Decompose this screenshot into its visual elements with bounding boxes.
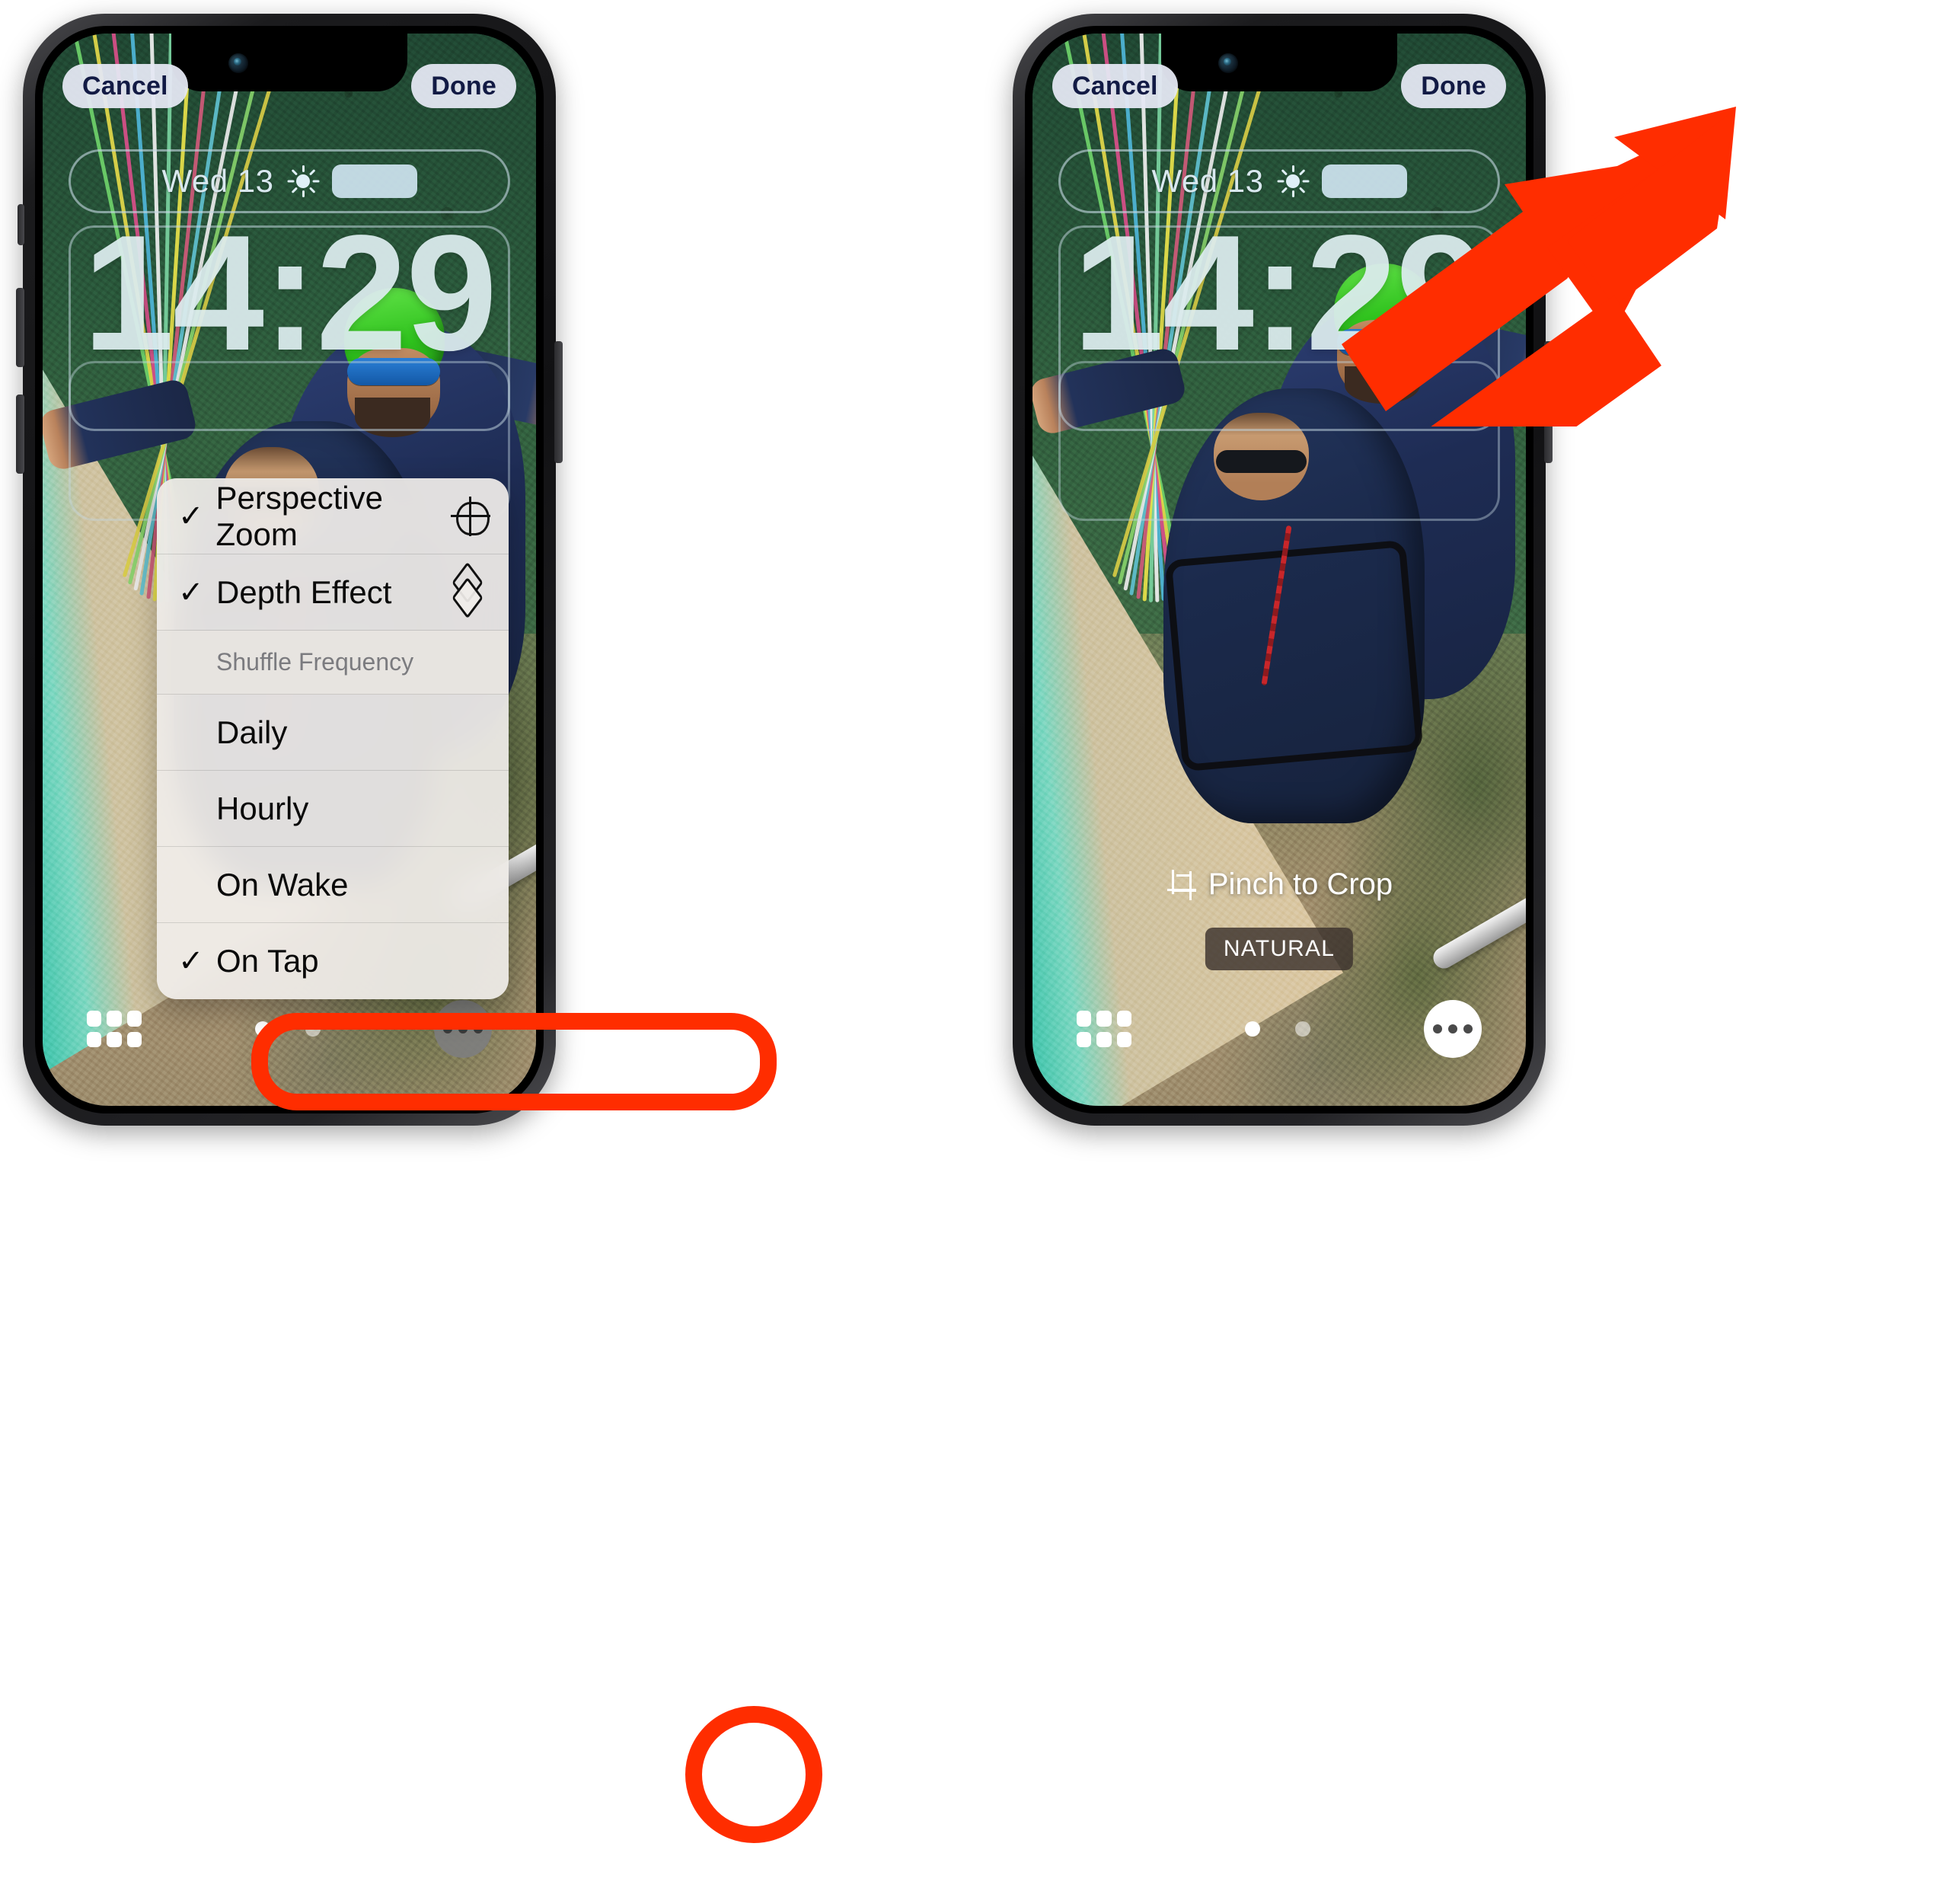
phone-left: Wed 13 14:29 ✓ Perspective Zoom ✓ Depth …: [16, 14, 563, 1126]
crop-icon: [1166, 869, 1196, 900]
perspective-zoom-icon: [451, 496, 490, 536]
power-button[interactable]: [1544, 341, 1553, 463]
page-dot-active[interactable]: [1245, 1021, 1260, 1037]
menu-item-daily[interactable]: ✓ Daily: [157, 695, 509, 771]
pinch-to-crop-label: Pinch to Crop: [1208, 867, 1393, 901]
page-dot[interactable]: [1295, 1021, 1310, 1037]
depth-effect-icon: [448, 561, 487, 618]
menu-item-hourly[interactable]: ✓ Hourly: [157, 771, 509, 847]
phone-right: Wed 13 14:29 Pinch to Crop NATURAL Cance…: [1013, 14, 1553, 1126]
widget-area-frame-right[interactable]: [1058, 361, 1500, 521]
ellipsis-icon[interactable]: [1424, 1000, 1482, 1058]
cancel-button[interactable]: Cancel: [1052, 64, 1178, 108]
editor-topbar-left: Cancel Done: [43, 59, 536, 113]
sun-icon: [1277, 165, 1309, 197]
silence-switch[interactable]: [18, 204, 24, 245]
pinch-to-crop-hint: Pinch to Crop: [1032, 867, 1526, 902]
menu-item-label: Perspective Zoom: [215, 479, 383, 552]
checkmark-icon: ✓: [178, 499, 204, 533]
date-label-right: Wed 13: [1151, 163, 1264, 199]
volume-down-button[interactable]: [16, 395, 24, 474]
lockscreen-overlay-right: Wed 13 14:29 Pinch to Crop NATURAL: [1032, 34, 1526, 1106]
bottom-bar-right: [1032, 987, 1526, 1071]
highlight-ring-more-button: [685, 1706, 822, 1843]
checkmark-icon: ✓: [178, 575, 204, 609]
power-button[interactable]: [554, 341, 563, 463]
menu-item-perspective-zoom[interactable]: ✓ Perspective Zoom: [157, 478, 509, 554]
page-dots-left: [255, 1021, 321, 1037]
date-label-left: Wed 13: [161, 163, 274, 199]
style-badge: NATURAL: [1205, 928, 1354, 970]
editor-topbar-right: Cancel Done: [1032, 59, 1526, 113]
menu-item-label: Daily: [216, 714, 288, 750]
grid-icon[interactable]: [1077, 1011, 1131, 1047]
clock-right[interactable]: 14:29: [1032, 210, 1526, 375]
clock-left[interactable]: 14:29: [43, 210, 536, 375]
done-button[interactable]: Done: [1401, 64, 1506, 108]
checkmark-icon: ✓: [178, 944, 204, 978]
grid-icon[interactable]: [87, 1011, 142, 1047]
phone-left-screen: Wed 13 14:29 ✓ Perspective Zoom ✓ Depth …: [43, 34, 536, 1106]
temperature-placeholder-left: [331, 165, 417, 198]
bottom-bar-left: [43, 987, 536, 1071]
phone-right-bezel: Wed 13 14:29 Pinch to Crop NATURAL Cance…: [1025, 26, 1533, 1113]
menu-item-on-tap[interactable]: ✓ On Tap: [157, 923, 509, 999]
page-dot-active[interactable]: [255, 1021, 270, 1037]
menu-section-shuffle-frequency: ✓ Shuffle Frequency: [157, 631, 509, 695]
done-button[interactable]: Done: [411, 64, 516, 108]
ellipsis-icon[interactable]: [434, 1000, 492, 1058]
menu-item-label: On Tap: [216, 943, 319, 979]
temperature-placeholder-right: [1321, 165, 1407, 198]
section-header-label: Shuffle Frequency: [216, 648, 414, 676]
lockscreen-overlay-left: Wed 13 14:29 ✓ Perspective Zoom ✓ Depth …: [43, 34, 536, 1106]
menu-item-label: Hourly: [216, 790, 309, 826]
sun-icon: [287, 165, 319, 197]
menu-item-on-wake[interactable]: ✓ On Wake: [157, 847, 509, 923]
page-dots-right: [1245, 1021, 1310, 1037]
phone-left-bezel: Wed 13 14:29 ✓ Perspective Zoom ✓ Depth …: [35, 26, 544, 1113]
phone-right-screen: Wed 13 14:29 Pinch to Crop NATURAL Cance…: [1032, 34, 1526, 1106]
screenshot-root: Wed 13 14:29 ✓ Perspective Zoom ✓ Depth …: [0, 0, 1934, 1904]
menu-item-label: On Wake: [216, 866, 349, 902]
menu-item-label: Depth Effect: [216, 573, 392, 610]
menu-item-depth-effect[interactable]: ✓ Depth Effect: [157, 554, 509, 631]
page-dot[interactable]: [305, 1021, 321, 1037]
volume-up-button[interactable]: [16, 288, 24, 367]
wallpaper-options-menu: ✓ Perspective Zoom ✓ Depth Effect Shuffl…: [157, 478, 509, 999]
cancel-button[interactable]: Cancel: [62, 64, 188, 108]
